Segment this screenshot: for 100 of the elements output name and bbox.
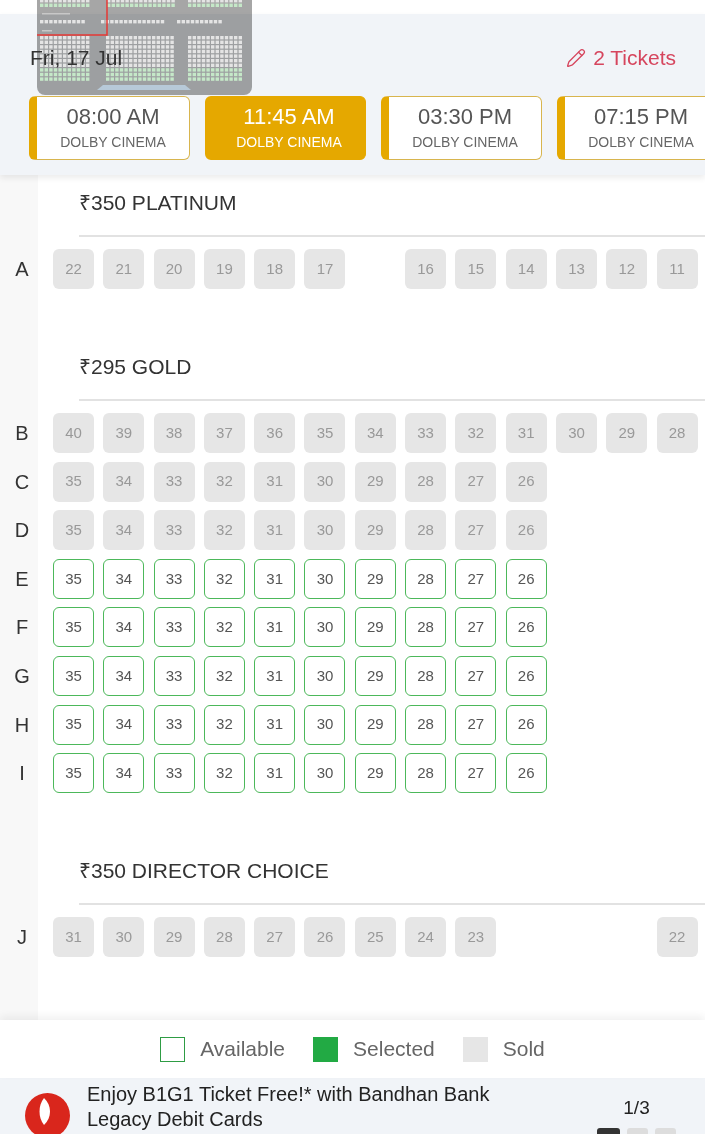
- seat[interactable]: 27: [254, 917, 296, 958]
- seat[interactable]: 35: [53, 510, 94, 551]
- seat[interactable]: 34: [103, 510, 145, 551]
- seat[interactable]: 29: [153, 917, 195, 958]
- seat[interactable]: 17: [304, 249, 346, 289]
- seat[interactable]: 30: [304, 753, 346, 794]
- seat[interactable]: 30: [304, 704, 346, 745]
- seat[interactable]: 22: [53, 249, 94, 289]
- seat[interactable]: 34: [103, 607, 145, 648]
- seat[interactable]: 36: [254, 413, 296, 453]
- seat[interactable]: 16: [405, 249, 447, 289]
- seat[interactable]: 31: [254, 607, 296, 648]
- seat[interactable]: 35: [53, 704, 94, 745]
- seat[interactable]: 26: [505, 655, 547, 696]
- seat[interactable]: 12: [606, 249, 648, 289]
- seat[interactable]: 30: [304, 461, 346, 502]
- seat[interactable]: 29: [354, 655, 396, 696]
- seat[interactable]: 33: [153, 510, 195, 551]
- seat[interactable]: 28: [405, 753, 447, 794]
- seat[interactable]: 31: [254, 704, 296, 745]
- seat[interactable]: 32: [203, 655, 245, 696]
- seat[interactable]: 33: [153, 753, 195, 794]
- seat[interactable]: 30: [304, 510, 346, 551]
- seat[interactable]: 32: [455, 413, 497, 453]
- seat[interactable]: 35: [53, 558, 94, 599]
- seat[interactable]: 28: [405, 461, 447, 502]
- seat[interactable]: 32: [203, 753, 245, 794]
- seat[interactable]: 35: [304, 413, 346, 453]
- seat[interactable]: 23: [455, 917, 497, 958]
- seat[interactable]: 28: [405, 510, 447, 551]
- seat[interactable]: 26: [505, 704, 547, 745]
- seat[interactable]: 30: [304, 558, 346, 599]
- seat[interactable]: 14: [505, 249, 547, 289]
- seat[interactable]: 35: [53, 461, 94, 502]
- seat[interactable]: 27: [455, 655, 497, 696]
- seat[interactable]: 31: [254, 753, 296, 794]
- seat[interactable]: 34: [354, 413, 396, 453]
- showtime-button[interactable]: 03:30 PM DOLBY CINEMA: [381, 96, 542, 160]
- seat[interactable]: 31: [505, 413, 547, 453]
- seat[interactable]: 27: [455, 510, 497, 551]
- seat[interactable]: 34: [103, 558, 145, 599]
- seat[interactable]: 37: [203, 413, 245, 453]
- seat[interactable]: 21: [103, 249, 145, 289]
- seat[interactable]: 29: [606, 413, 648, 453]
- seat[interactable]: 30: [555, 413, 597, 453]
- seat[interactable]: 26: [505, 558, 547, 599]
- seat[interactable]: 40: [53, 413, 94, 453]
- seat[interactable]: 24: [405, 917, 447, 958]
- seat[interactable]: 32: [203, 510, 245, 551]
- seat[interactable]: 35: [53, 753, 94, 794]
- seat[interactable]: 29: [354, 558, 396, 599]
- seat[interactable]: 27: [455, 704, 497, 745]
- seat[interactable]: 28: [405, 655, 447, 696]
- seat[interactable]: 31: [254, 655, 296, 696]
- seat[interactable]: 32: [203, 558, 245, 599]
- seat[interactable]: 20: [153, 249, 195, 289]
- seat[interactable]: 33: [153, 461, 195, 502]
- seat[interactable]: 26: [505, 461, 547, 502]
- seat[interactable]: 31: [53, 917, 94, 958]
- seat[interactable]: 28: [405, 607, 447, 648]
- seat[interactable]: 32: [203, 704, 245, 745]
- seat[interactable]: 39: [103, 413, 145, 453]
- seat[interactable]: 29: [354, 704, 396, 745]
- seat[interactable]: 26: [505, 607, 547, 648]
- seat[interactable]: 32: [203, 607, 245, 648]
- tickets-button[interactable]: 2 Tickets: [566, 42, 676, 74]
- seat[interactable]: 34: [103, 461, 145, 502]
- seat[interactable]: 27: [455, 461, 497, 502]
- seat[interactable]: 38: [153, 413, 195, 453]
- showtime-button[interactable]: 11:45 AM DOLBY CINEMA: [205, 96, 366, 160]
- seat[interactable]: 11: [656, 249, 698, 289]
- seat[interactable]: 29: [354, 510, 396, 551]
- seat[interactable]: 33: [405, 413, 447, 453]
- seat[interactable]: 29: [354, 461, 396, 502]
- seat[interactable]: 26: [505, 753, 547, 794]
- seat[interactable]: 30: [103, 917, 145, 958]
- seat[interactable]: 30: [304, 607, 346, 648]
- showtime-button[interactable]: 07:15 PM DOLBY CINEMA: [557, 96, 705, 160]
- seat[interactable]: 31: [254, 510, 296, 551]
- seat[interactable]: 32: [203, 461, 245, 502]
- seat[interactable]: 35: [53, 655, 94, 696]
- seat[interactable]: 35: [53, 607, 94, 648]
- seat[interactable]: 28: [405, 704, 447, 745]
- seat[interactable]: 34: [103, 753, 145, 794]
- seat[interactable]: 28: [203, 917, 245, 958]
- seat[interactable]: 18: [254, 249, 296, 289]
- seat[interactable]: 33: [153, 558, 195, 599]
- seat[interactable]: 34: [103, 655, 145, 696]
- seat[interactable]: 33: [153, 607, 195, 648]
- seat[interactable]: 30: [304, 655, 346, 696]
- seat[interactable]: 28: [405, 558, 447, 599]
- seat[interactable]: 22: [656, 917, 698, 958]
- offer-text[interactable]: Enjoy B1G1 Ticket Free!* with Bandhan Bank Legacy Debit Cards: [87, 1082, 527, 1134]
- seat[interactable]: 27: [455, 558, 497, 599]
- seat[interactable]: 25: [354, 917, 396, 958]
- seat[interactable]: 29: [354, 607, 396, 648]
- seat[interactable]: 13: [555, 249, 597, 289]
- seat[interactable]: 31: [254, 558, 296, 599]
- seat[interactable]: 15: [455, 249, 497, 289]
- seat[interactable]: 27: [455, 753, 497, 794]
